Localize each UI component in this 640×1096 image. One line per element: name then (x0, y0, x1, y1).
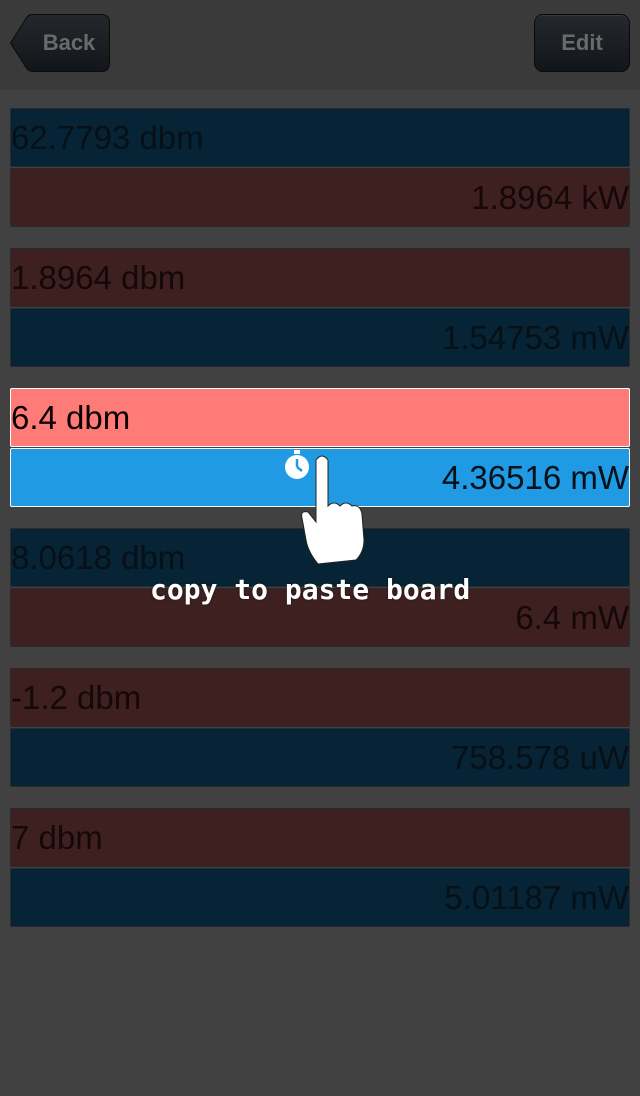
pointing-hand-icon (285, 450, 365, 565)
copy-hint-text: copy to paste board (150, 573, 471, 606)
conversion-output-row[interactable]: 758.578 uW (10, 728, 630, 787)
conversion-output-row[interactable]: 5.01187 mW (10, 868, 630, 927)
conversion-output-row[interactable]: 1.54753 mW (10, 308, 630, 367)
conversion-output-row[interactable]: 1.8964 kW (10, 168, 630, 227)
conversion-input-row[interactable]: 62.7793 dbm (10, 108, 630, 167)
edit-button[interactable]: Edit (534, 14, 630, 72)
navigation-bar: Back Edit (0, 0, 640, 90)
gesture-hint-overlay (278, 448, 368, 573)
conversion-input-row[interactable]: 7 dbm (10, 808, 630, 867)
conversion-input-row-selected[interactable]: 6.4 dbm (10, 388, 630, 447)
back-button[interactable]: Back (10, 14, 110, 72)
back-button-label: Back (42, 30, 96, 55)
conversion-input-row[interactable]: -1.2 dbm (10, 668, 630, 727)
stopwatch-icon (285, 450, 309, 479)
conversion-input-row[interactable]: 1.8964 dbm (10, 248, 630, 307)
